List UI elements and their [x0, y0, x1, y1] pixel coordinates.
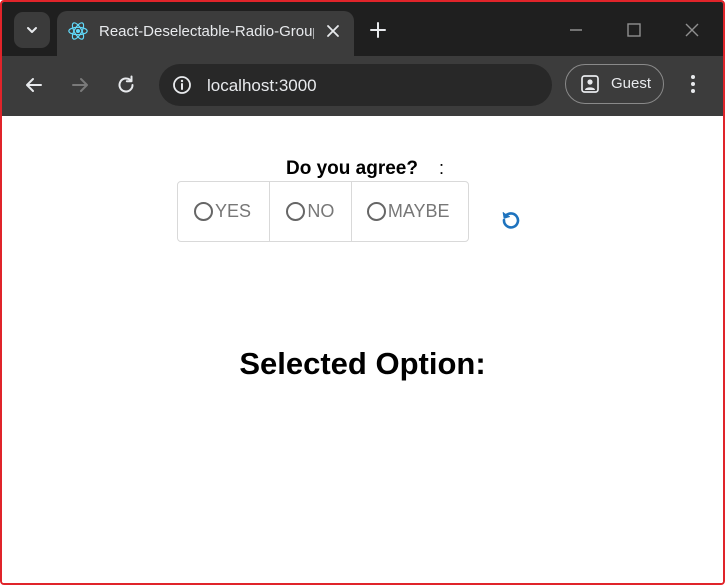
close-icon[interactable] — [324, 22, 342, 40]
radio-label-maybe: MAYBE — [387, 201, 450, 221]
radio-option-yes[interactable]: YES — [178, 182, 269, 241]
kebab-menu-icon[interactable] — [682, 72, 704, 96]
profile-guest-button[interactable]: Guest — [565, 64, 664, 104]
address-bar[interactable]: localhost:3000 — [159, 64, 552, 106]
question-label: Do you agree? — [286, 158, 418, 179]
new-tab-plus-icon[interactable] — [368, 20, 388, 40]
url-text: localhost:3000 — [207, 76, 317, 95]
reload-icon[interactable] — [115, 74, 137, 96]
guest-profile-icon — [581, 75, 599, 93]
radio-circle-icon[interactable] — [366, 202, 386, 221]
radio-group: YES NO MAYBE — [177, 181, 469, 242]
browser-window: React-Deselectable-Radio-Group localhost… — [0, 0, 725, 585]
tab-active[interactable]: React-Deselectable-Radio-Group — [57, 11, 354, 56]
radio-option-maybe[interactable]: MAYBE — [350, 182, 468, 241]
radio-circle-icon[interactable] — [286, 202, 306, 221]
maximize-icon[interactable] — [624, 20, 644, 40]
radio-label-yes: YES — [215, 201, 252, 221]
reset-undo-icon[interactable] — [499, 208, 523, 232]
browser-toolbar: localhost:3000 Guest — [2, 56, 723, 116]
question-separator: : — [439, 158, 445, 178]
tab-title: React-Deselectable-Radio-Group — [99, 23, 314, 40]
minimize-icon[interactable] — [566, 20, 586, 40]
page-content: Do you agree? : YES NO MAYBE Selected Op… — [2, 116, 723, 583]
tab-strip: React-Deselectable-Radio-Group — [2, 2, 723, 56]
profile-label: Guest — [611, 75, 652, 92]
tab-search-button[interactable] — [14, 12, 50, 48]
radio-option-no[interactable]: NO — [269, 182, 350, 241]
chevron-down-icon — [27, 27, 37, 33]
site-info-icon[interactable] — [171, 74, 193, 96]
forward-arrow-icon[interactable] — [69, 74, 91, 96]
window-close-icon[interactable] — [682, 20, 702, 40]
react-logo-icon — [68, 22, 88, 40]
radio-label-no: NO — [307, 201, 335, 221]
back-arrow-icon[interactable] — [23, 74, 45, 96]
selected-option-heading: Selected Option: — [239, 346, 486, 381]
radio-circle-icon[interactable] — [194, 202, 213, 221]
